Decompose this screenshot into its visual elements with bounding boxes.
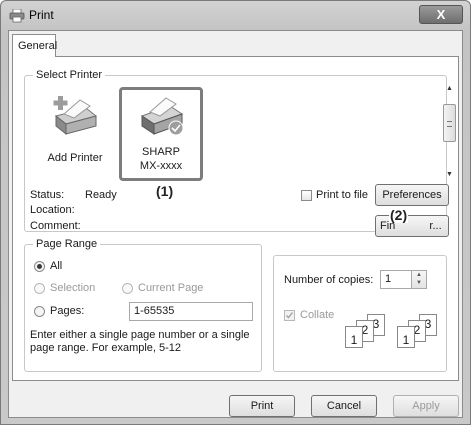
dialog-body: General Select Printer Add Printer SHARP… xyxy=(8,30,463,418)
print-to-file-checkbox[interactable] xyxy=(301,190,312,201)
add-printer-label: Add Printer xyxy=(47,152,103,164)
printer-list[interactable]: Add Printer SHARP MX-xxxx xyxy=(35,86,440,182)
callout-1: (1) xyxy=(156,183,174,199)
location-label: Location: xyxy=(30,204,75,216)
all-radio[interactable] xyxy=(34,261,45,272)
selection-label: Selection xyxy=(50,282,96,294)
scroll-down-icon[interactable]: ▼ xyxy=(445,170,454,179)
print-dialog: Print X General Select Printer Add Print… xyxy=(0,0,471,425)
page-1: 1 xyxy=(397,326,415,348)
current-page-radio xyxy=(122,283,133,294)
page-range-hint-line1: Enter either a single page number or a s… xyxy=(30,329,250,341)
select-printer-group: Select Printer Add Printer SHARP MX-xxxx… xyxy=(24,69,456,237)
page-1: 1 xyxy=(345,326,363,348)
checkmark-icon xyxy=(286,312,294,319)
all-label: All xyxy=(50,260,63,272)
comment-label: Comment: xyxy=(30,220,81,232)
copies-group: Number of copies: 1 ▲ ▼ Collate 3 2 1 3 2 xyxy=(273,255,447,372)
pages-input[interactable]: 1-65535 xyxy=(129,302,253,321)
collate-stack-2: 3 2 1 xyxy=(397,314,443,352)
page-range-group: Page Range All Selection Current Page Pa… xyxy=(24,238,262,372)
collate-checkbox xyxy=(284,310,295,321)
copies-input[interactable]: 1 xyxy=(380,270,412,289)
current-page-label: Current Page xyxy=(138,282,204,294)
collate-stack-1: 3 2 1 xyxy=(345,314,391,352)
scroll-thumb[interactable] xyxy=(443,104,456,142)
print-button[interactable]: Print xyxy=(229,395,295,417)
pages-label: Pages: xyxy=(50,305,85,317)
preferences-button[interactable]: Preferences xyxy=(375,184,449,206)
pages-radio[interactable] xyxy=(34,306,45,317)
print-to-file-label: Print to file xyxy=(316,189,368,201)
close-button[interactable]: X xyxy=(419,5,463,24)
add-printer-icon xyxy=(53,96,98,136)
status-value: Ready xyxy=(85,189,117,201)
collate-label: Collate xyxy=(300,309,335,321)
find-printer-button[interactable]: Fin r... xyxy=(375,215,449,237)
select-printer-legend: Select Printer xyxy=(33,69,106,81)
tab-panel-general: Select Printer Add Printer SHARP MX-xxxx… xyxy=(12,56,459,381)
status-label: Status: xyxy=(30,189,65,201)
callout-2: (2) xyxy=(389,207,409,223)
window-title: Print xyxy=(29,8,54,22)
add-printer-item[interactable]: Add Printer xyxy=(35,88,115,178)
find-printer-label-end: r... xyxy=(429,220,442,232)
printer-highlight-frame xyxy=(119,87,203,181)
cancel-button[interactable]: Cancel xyxy=(311,395,377,417)
tab-general[interactable]: General xyxy=(12,34,57,57)
copies-stepper[interactable]: ▲ ▼ xyxy=(411,270,427,289)
page-range-hint-line2: page range. For example, 5-12 xyxy=(30,342,182,354)
scroll-up-icon[interactable]: ▲ xyxy=(445,84,454,93)
close-icon: X xyxy=(436,7,446,22)
selection-radio xyxy=(34,283,45,294)
printer-list-scrollbar[interactable]: ▲ ▼ xyxy=(441,84,458,182)
title-bar[interactable]: Print X xyxy=(1,1,470,29)
copies-label: Number of copies: xyxy=(284,274,374,286)
printer-icon xyxy=(9,9,25,23)
page-range-legend: Page Range xyxy=(33,238,101,250)
apply-button: Apply xyxy=(393,395,459,417)
